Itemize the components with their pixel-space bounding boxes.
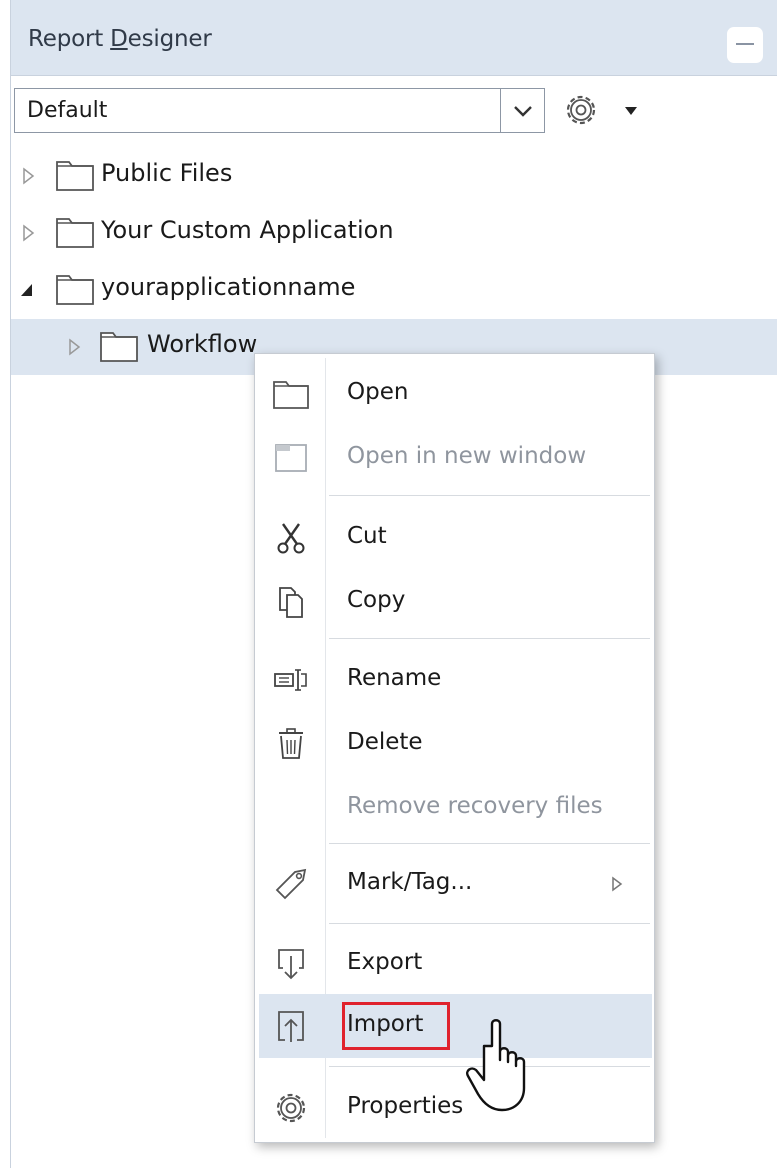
menu-item-mark-tag[interactable]: Mark/Tag... <box>259 852 652 916</box>
rename-icon <box>274 669 307 691</box>
collapse-arrow-icon[interactable] <box>19 279 35 301</box>
designer-config-dropdown[interactable]: Default <box>14 88 545 133</box>
window-icon <box>275 444 307 472</box>
scissors-icon <box>277 523 305 554</box>
menu-item-delete[interactable]: Delete <box>259 712 652 776</box>
context-menu: Open Open in new window Cut Copy Rename … <box>254 353 655 1143</box>
settings-menu-caret-icon[interactable] <box>624 106 638 116</box>
menu-item-export[interactable]: Export <box>259 932 652 996</box>
expand-arrow-icon[interactable] <box>67 336 83 358</box>
menu-item-import[interactable]: Import <box>259 994 652 1058</box>
folder-icon <box>56 161 94 191</box>
tree-node-label: Your Custom Application <box>101 216 394 244</box>
submenu-arrow-icon <box>612 876 623 892</box>
tag-icon <box>275 868 307 900</box>
tree-node-label: Public Files <box>101 159 233 187</box>
dropdown-value: Default <box>27 98 108 123</box>
folder-icon <box>273 381 309 409</box>
menu-item-open[interactable]: Open <box>259 362 652 426</box>
menu-item-rename[interactable]: Rename <box>259 648 652 712</box>
chevron-down-icon[interactable] <box>510 98 536 124</box>
menu-item-copy[interactable]: Copy <box>259 570 652 634</box>
hand-pointer-cursor-icon <box>466 1019 526 1112</box>
menu-item-cut[interactable]: Cut <box>259 506 652 570</box>
menu-item-properties[interactable]: Properties <box>259 1076 652 1140</box>
minimize-button[interactable] <box>727 27 763 63</box>
folder-icon <box>100 332 138 362</box>
export-icon <box>278 949 304 980</box>
import-icon <box>278 1011 304 1042</box>
tree-node-public-files[interactable]: Public Files <box>11 148 777 204</box>
panel-title-bar: Report Designer <box>11 0 777 76</box>
folder-icon <box>56 218 94 248</box>
folder-icon <box>56 275 94 305</box>
trash-icon <box>279 728 303 759</box>
expand-arrow-icon[interactable] <box>21 165 37 187</box>
settings-gear-icon[interactable] <box>561 90 601 130</box>
tree-node-yourapplicationname[interactable]: yourapplicationname <box>11 262 777 318</box>
copy-icon <box>279 587 303 618</box>
tree-node-label: Workflow <box>147 330 258 358</box>
menu-item-open-in-new-window[interactable]: Open in new window <box>259 426 652 490</box>
gear-icon <box>276 1093 306 1123</box>
panel-title: Report Designer <box>28 26 212 52</box>
menu-item-remove-recovery-files[interactable]: Remove recovery files <box>259 776 652 840</box>
tree-node-label: yourapplicationname <box>101 273 356 301</box>
import-highlight-box <box>342 1002 450 1050</box>
tree-node-your-custom-application[interactable]: Your Custom Application <box>11 205 777 261</box>
expand-arrow-icon[interactable] <box>21 222 37 244</box>
